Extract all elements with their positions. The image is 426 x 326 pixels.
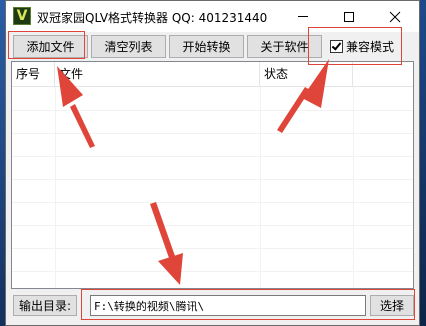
- grid-line: [12, 110, 413, 111]
- output-dir-input[interactable]: [90, 295, 366, 316]
- minimize-icon: [298, 16, 308, 17]
- title-bar[interactable]: V 双冠家园QLV格式转换器 QQ: 401231440: [6, 1, 419, 32]
- grid-line: [12, 179, 413, 180]
- start-convert-button[interactable]: 开始转换: [169, 35, 244, 58]
- app-window: V 双冠家园QLV格式转换器 QQ: 401231440 添加文件 清空列表 开…: [5, 0, 420, 326]
- output-dir-label: 输出目录:: [13, 295, 77, 316]
- maximize-icon: [344, 11, 354, 22]
- add-file-button[interactable]: 添加文件: [13, 35, 88, 58]
- grid-line: [12, 248, 413, 249]
- file-list[interactable]: 序号 文件 状态: [11, 61, 414, 289]
- clear-list-button[interactable]: 清空列表: [91, 35, 166, 58]
- checkbox-icon[interactable]: [330, 40, 343, 53]
- column-header-index[interactable]: 序号: [12, 62, 55, 87]
- window-title: 双冠家园QLV格式转换器 QQ: 401231440: [37, 11, 268, 25]
- column-header-empty[interactable]: [353, 62, 413, 87]
- desktop-background-right: [420, 0, 426, 326]
- grid-line: [12, 271, 413, 272]
- close-button[interactable]: [372, 1, 418, 32]
- grid-line: [12, 202, 413, 203]
- minimize-button[interactable]: [280, 1, 326, 32]
- maximize-button[interactable]: [326, 1, 372, 32]
- column-header-file[interactable]: 文件: [55, 62, 260, 87]
- grid-line: [353, 87, 354, 288]
- about-button[interactable]: 关于软件: [247, 35, 322, 58]
- close-icon: [389, 11, 401, 22]
- grid-line: [55, 87, 56, 288]
- compat-mode-label: 兼容模式: [346, 40, 395, 54]
- grid-line: [12, 133, 413, 134]
- browse-button[interactable]: 选择: [370, 295, 414, 316]
- column-header-status[interactable]: 状态: [260, 62, 353, 87]
- grid-line: [12, 156, 413, 157]
- checkmark-icon: [331, 40, 342, 51]
- list-header: 序号 文件 状态: [12, 62, 413, 87]
- app-icon: V: [13, 7, 31, 25]
- grid-line: [260, 87, 261, 288]
- compat-mode-checkbox[interactable]: 兼容模式: [324, 35, 398, 58]
- grid-line: [12, 225, 413, 226]
